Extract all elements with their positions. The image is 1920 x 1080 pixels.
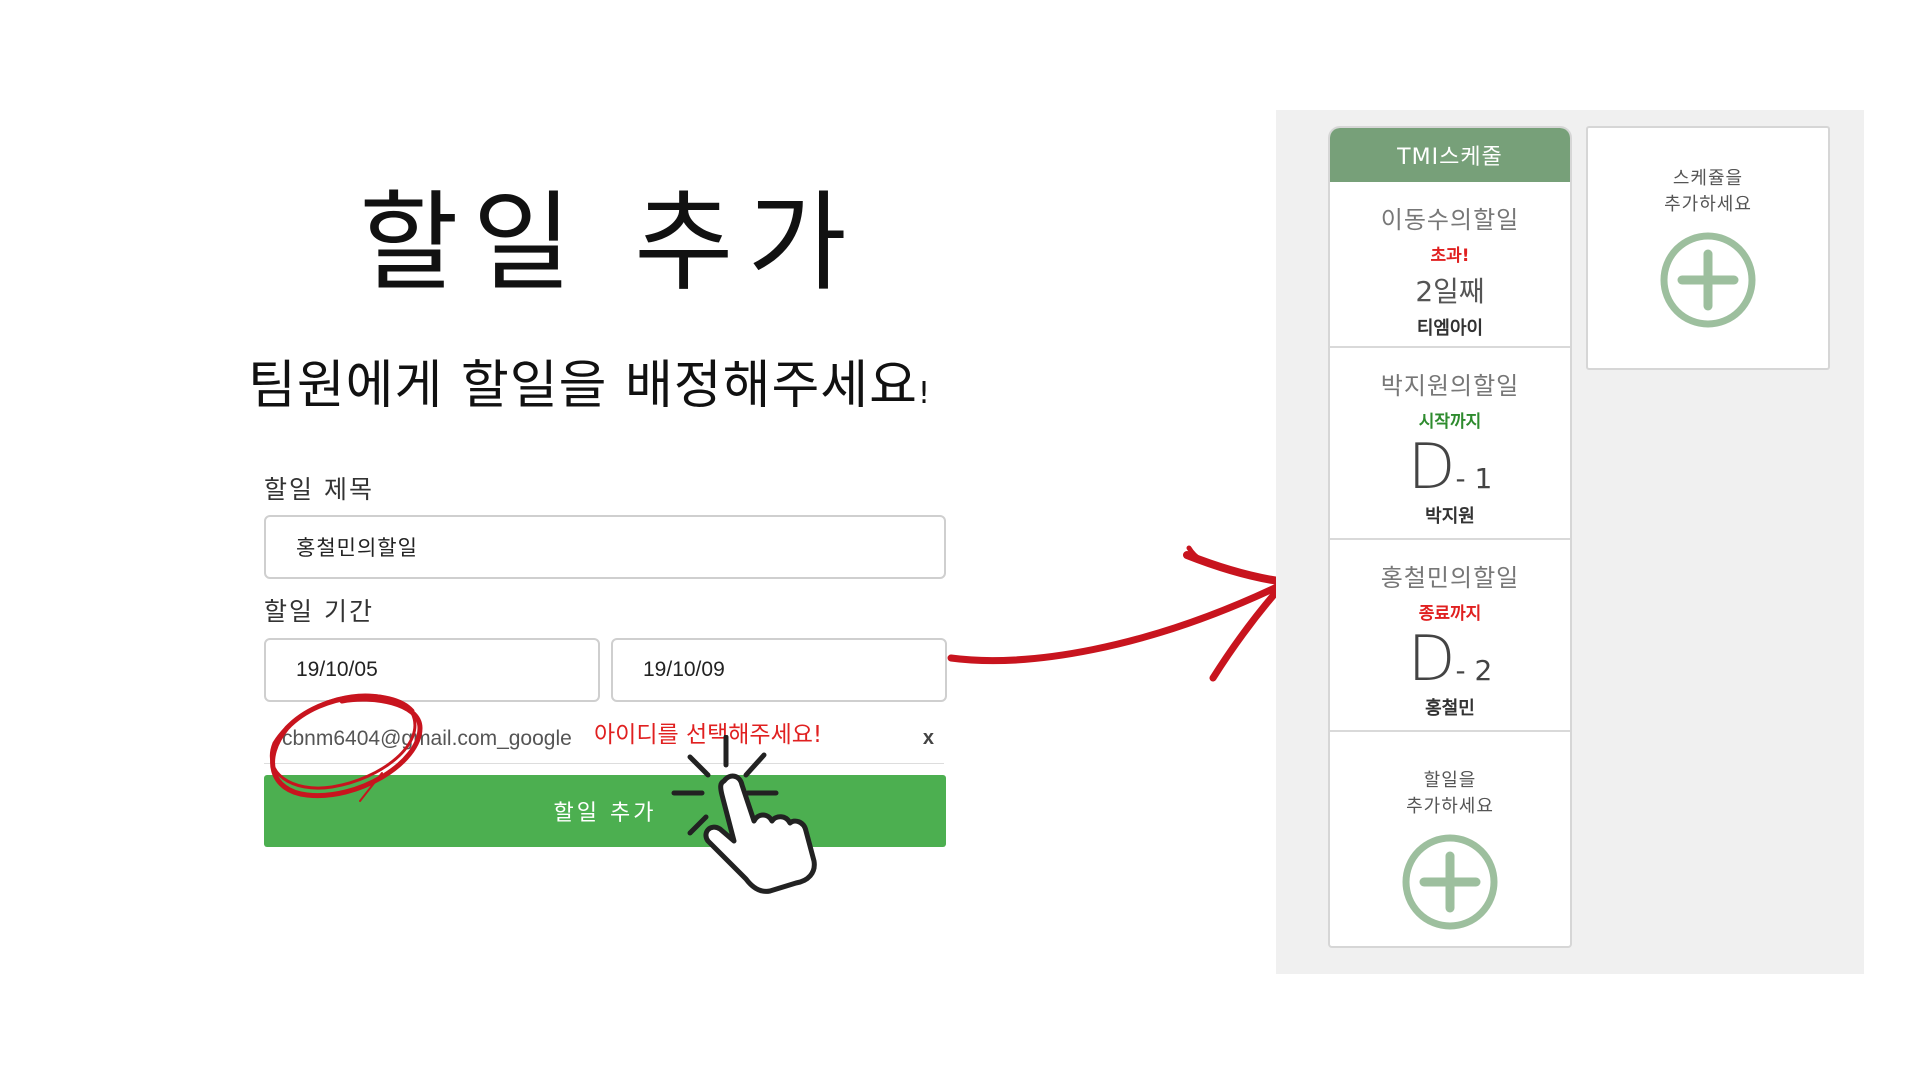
task-dday: D- 2 bbox=[1330, 628, 1570, 690]
task-title: 홍철민의할일 bbox=[1380, 564, 1520, 592]
dday-letter: D bbox=[1407, 430, 1456, 503]
task-title-label: 할일 제목 bbox=[264, 475, 374, 504]
task-status: 시작까지 bbox=[1418, 412, 1482, 432]
task-period-label: 할일 기간 bbox=[264, 597, 374, 626]
plus-circle-icon[interactable] bbox=[1400, 832, 1500, 932]
annotation-arrow-icon bbox=[947, 545, 1289, 682]
task-title: 박지원의할일 bbox=[1380, 372, 1520, 400]
click-hand-icon bbox=[671, 735, 817, 894]
task-owner: 박지원 bbox=[1425, 506, 1475, 527]
task-title: 이동수의할일 bbox=[1380, 206, 1520, 234]
task-count: 2일째 bbox=[1415, 275, 1485, 308]
task-status: 종료까지 bbox=[1418, 604, 1482, 624]
plus-circle-icon[interactable] bbox=[1658, 230, 1758, 330]
add-task-text: 추가하세요 bbox=[1406, 796, 1494, 817]
add-schedule-text: 스케쥴을 bbox=[1672, 168, 1744, 189]
add-task-card[interactable]: 할일을 추가하세요 bbox=[1330, 730, 1570, 946]
subtitle-text: 팀원에게 할일을 배정해주세요 bbox=[248, 356, 918, 416]
schedule-header[interactable]: TMI스케줄 bbox=[1330, 128, 1570, 182]
page-title: 할일 추가 bbox=[359, 181, 861, 306]
schedule-panel: TMI스케줄 이동수의할일 초과! 2일째 티엠아이 박지원의할일 시작까지 D… bbox=[1276, 110, 1864, 974]
subtitle-mark: ! bbox=[917, 376, 932, 411]
dday-number: - 2 bbox=[1455, 654, 1493, 687]
add-task-text: 할일을 bbox=[1423, 770, 1477, 791]
dday-letter: D bbox=[1407, 622, 1456, 695]
task-dday: D- 1 bbox=[1330, 436, 1570, 498]
end-date-input[interactable]: 19/10/09 bbox=[611, 638, 947, 702]
task-card[interactable]: 홍철민의할일 종료까지 D- 2 홍철민 bbox=[1330, 538, 1570, 730]
remove-assignee-button[interactable]: x bbox=[923, 727, 934, 750]
task-title-input[interactable]: 홍철민의할일 bbox=[264, 515, 946, 579]
task-card[interactable]: 박지원의할일 시작까지 D- 1 박지원 bbox=[1330, 346, 1570, 538]
add-schedule-card[interactable]: 스케쥴을 추가하세요 bbox=[1586, 126, 1830, 370]
page-subtitle: 팀원에게 할일을 배정해주세요! bbox=[248, 360, 931, 412]
add-schedule-text: 추가하세요 bbox=[1664, 194, 1752, 215]
task-owner: 홍철민 bbox=[1425, 698, 1475, 719]
dday-number: - 1 bbox=[1455, 462, 1493, 495]
task-owner: 티엠아이 bbox=[1416, 318, 1484, 339]
schedule-column: TMI스케줄 이동수의할일 초과! 2일째 티엠아이 박지원의할일 시작까지 D… bbox=[1328, 126, 1572, 948]
task-card[interactable]: 이동수의할일 초과! 2일째 티엠아이 bbox=[1330, 182, 1570, 346]
annotation-circle-icon bbox=[269, 693, 423, 802]
task-status: 초과! bbox=[1430, 246, 1470, 266]
